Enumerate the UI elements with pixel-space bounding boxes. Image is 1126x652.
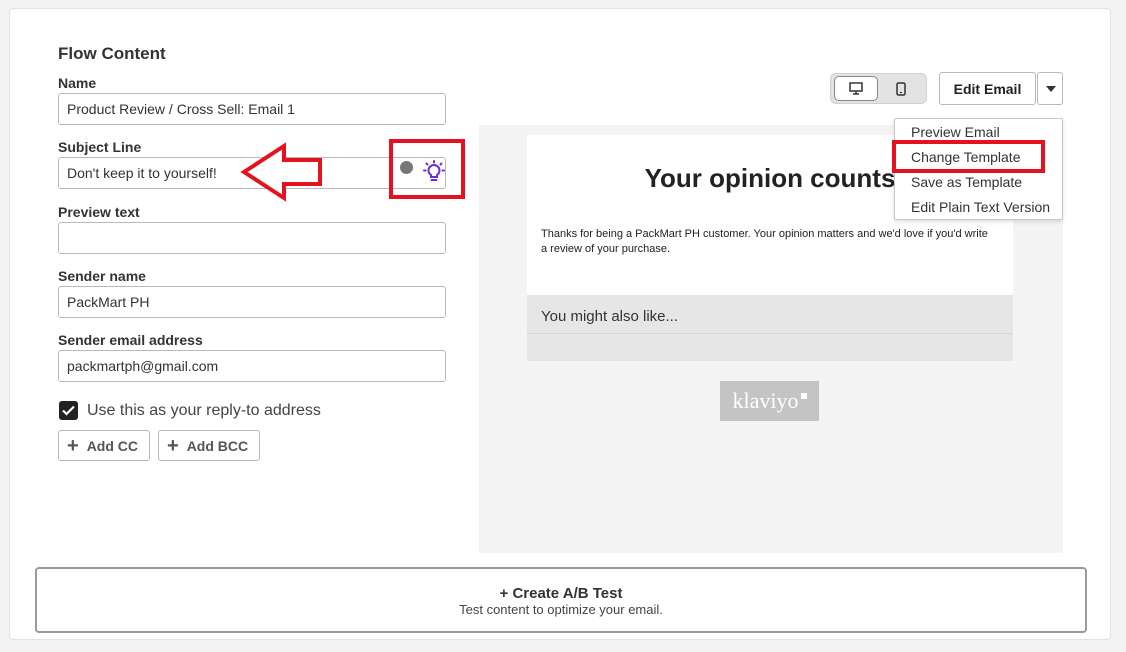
reply-to-checkbox[interactable]: [59, 401, 78, 420]
sender-name-input[interactable]: [58, 286, 446, 318]
create-ab-test-button[interactable]: + Create A/B Test Test content to optimi…: [35, 567, 1087, 633]
menu-item-edit-plain-text[interactable]: Edit Plain Text Version: [911, 199, 1050, 215]
preview-text-input[interactable]: [58, 222, 446, 254]
add-cc-button[interactable]: + Add CC: [58, 430, 150, 461]
subject-label: Subject Line: [58, 139, 142, 155]
name-input[interactable]: [58, 93, 446, 125]
mobile-icon: [896, 81, 906, 96]
annotation-arrow: [240, 142, 322, 202]
add-bcc-label: Add BCC: [186, 437, 249, 454]
sender-email-label: Sender email address: [58, 332, 203, 348]
plus-icon: +: [167, 434, 179, 457]
email-body: Thanks for being a PackMart PH customer.…: [541, 228, 988, 255]
chevron-down-icon: [1046, 86, 1056, 92]
ab-test-title: + Create A/B Test: [499, 585, 623, 602]
add-cc-label: Add CC: [86, 437, 139, 454]
name-label: Name: [58, 75, 97, 91]
klaviyo-logo: klaviyo: [720, 381, 819, 421]
ab-test-subtitle: Test content to optimize your email.: [459, 602, 663, 617]
desktop-view-button[interactable]: [834, 76, 878, 101]
mobile-view-button[interactable]: [879, 76, 923, 101]
view-toggle: [830, 73, 927, 104]
sender-name-label: Sender name: [58, 268, 146, 284]
plus-icon: +: [67, 434, 79, 457]
preview-text-label: Preview text: [58, 204, 140, 220]
annotation-box-icons: [389, 139, 465, 199]
annotation-box-change-template: [892, 140, 1045, 173]
edit-email-button[interactable]: Edit Email: [939, 72, 1036, 105]
flow-content-card: Flow Content Name Subject Line Preview t…: [9, 8, 1111, 640]
add-bcc-button[interactable]: + Add BCC: [158, 430, 260, 461]
also-like-section: You might also like...: [527, 295, 1013, 333]
menu-item-preview-email[interactable]: Preview Email: [911, 124, 1000, 140]
section-title: Flow Content: [58, 44, 166, 63]
sender-email-input[interactable]: [58, 350, 446, 382]
logo-mark-icon: [800, 393, 807, 399]
desktop-icon: [849, 82, 863, 95]
menu-item-save-as-template[interactable]: Save as Template: [911, 174, 1022, 190]
product-block: [527, 333, 1013, 361]
checkmark-icon: [62, 405, 75, 416]
reply-to-label: Use this as your reply-to address: [87, 402, 321, 419]
edit-email-dropdown-toggle[interactable]: [1037, 72, 1063, 105]
